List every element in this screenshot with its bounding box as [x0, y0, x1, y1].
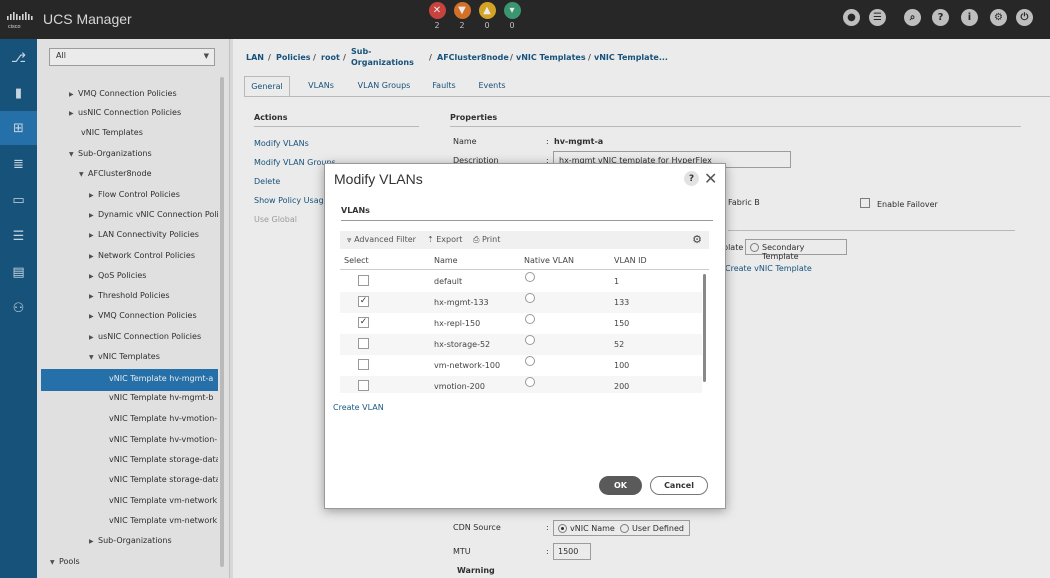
export-button[interactable]: ⇡ Export	[427, 235, 462, 244]
ok-button[interactable]: OK	[599, 476, 642, 495]
vlans-divider	[341, 220, 713, 221]
select-checkbox[interactable]	[358, 380, 369, 391]
native-vlan-radio[interactable]	[525, 377, 535, 387]
vlan-name: vmotion-200	[434, 382, 485, 391]
column-name[interactable]: Name	[434, 256, 458, 265]
cancel-button[interactable]: Cancel	[650, 476, 708, 495]
vlan-name: hx-storage-52	[434, 340, 491, 349]
gear-icon[interactable]: ⚙	[692, 233, 702, 246]
vlan-name: default	[434, 277, 463, 286]
table-row[interactable]: hx-storage-52 52	[340, 334, 702, 355]
print-icon: ⎙	[473, 235, 482, 244]
modify-vlans-dialog: Modify VLANs ? ✕ VLANs ⩔ Advanced Filter…	[324, 163, 726, 509]
vlan-id: 1	[614, 277, 620, 286]
vlan-table-header: Select Name Native VLAN VLAN ID	[340, 252, 709, 270]
advanced-filter-button[interactable]: ⩔ Advanced Filter	[347, 235, 416, 245]
close-icon[interactable]: ✕	[704, 169, 717, 188]
select-checkbox[interactable]	[358, 338, 369, 349]
vlan-id: 52	[614, 340, 625, 349]
table-row[interactable]: vm-network-100 100	[340, 355, 702, 376]
grid-toolbar: ⩔ Advanced Filter ⇡ Export ⎙ Print ⚙	[340, 231, 709, 249]
native-vlan-radio[interactable]	[525, 272, 535, 282]
select-checkbox-checked[interactable]: ✓	[358, 317, 369, 328]
select-checkbox-checked[interactable]: ✓	[358, 296, 369, 307]
select-checkbox[interactable]	[358, 275, 369, 286]
column-vlan-id[interactable]: VLAN ID	[614, 256, 647, 265]
dialog-title: Modify VLANs	[334, 171, 423, 187]
column-select[interactable]: Select	[344, 256, 369, 265]
vlan-id: 150	[614, 319, 630, 328]
native-vlan-radio[interactable]	[525, 356, 535, 366]
table-row[interactable]: default 1	[340, 271, 702, 292]
vlan-table-body: default 1 ✓ hx-mgmt-133 133 ✓ hx-repl-15…	[340, 271, 709, 393]
select-checkbox[interactable]	[358, 359, 369, 370]
native-vlan-radio[interactable]	[525, 314, 535, 324]
help-icon[interactable]: ?	[684, 171, 699, 186]
vlan-id: 100	[614, 361, 630, 370]
filter-icon: ⩔	[347, 235, 355, 244]
vlan-id: 133	[614, 298, 630, 307]
vlan-id: 200	[614, 382, 630, 391]
table-scrollbar[interactable]	[703, 274, 706, 382]
column-native-vlan[interactable]: Native VLAN	[524, 256, 574, 265]
vlan-name: hx-mgmt-133	[434, 298, 489, 307]
table-row[interactable]: vmotion-200 200	[340, 376, 702, 393]
vlans-section-heading: VLANs	[341, 206, 370, 215]
print-button[interactable]: ⎙ Print	[473, 235, 500, 245]
native-vlan-radio[interactable]	[525, 293, 535, 303]
vlan-name: hx-repl-150	[434, 319, 481, 328]
table-row[interactable]: ✓ hx-mgmt-133 133	[340, 292, 702, 313]
export-icon: ⇡	[427, 235, 437, 244]
table-row[interactable]: ✓ hx-repl-150 150	[340, 313, 702, 334]
create-vlan-link[interactable]: Create VLAN	[333, 403, 384, 412]
native-vlan-radio[interactable]	[525, 335, 535, 345]
vlan-name: vm-network-100	[434, 361, 501, 370]
